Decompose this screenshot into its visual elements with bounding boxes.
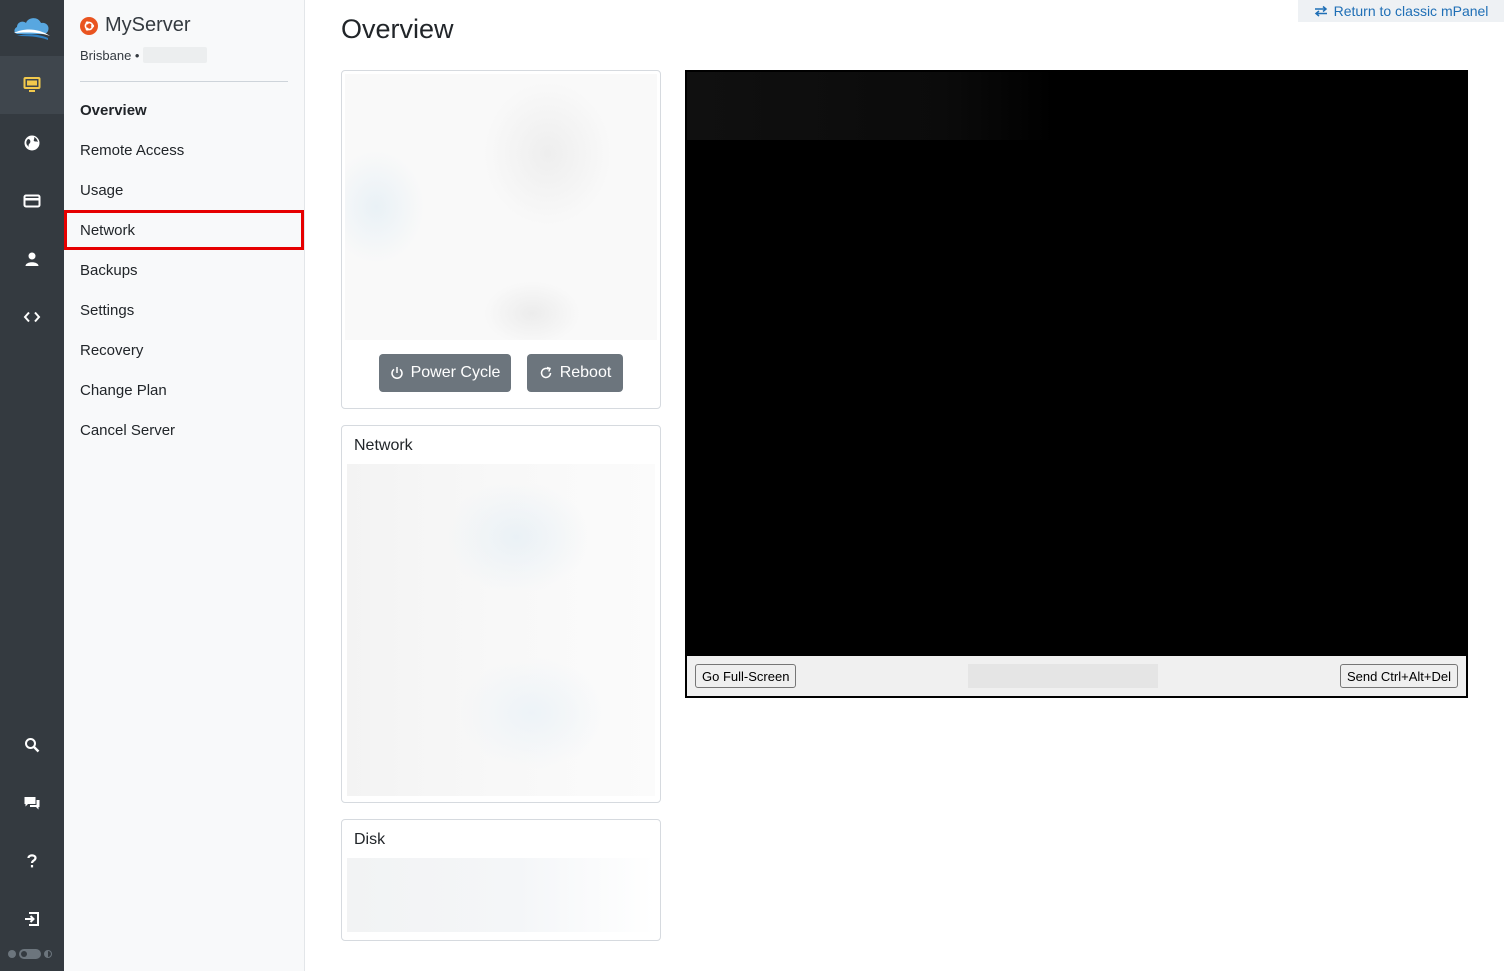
network-graph-redacted	[347, 464, 655, 796]
nav-item-overview[interactable]: Overview	[64, 90, 304, 130]
return-classic-label: Return to classic mPanel	[1333, 3, 1489, 19]
cloud-logo-icon[interactable]	[12, 14, 52, 42]
card-icon[interactable]	[0, 172, 64, 230]
server-nav: Overview Remote Access Usage Network Bac…	[64, 90, 304, 450]
network-card-title: Network	[354, 437, 413, 454]
search-icon[interactable]	[0, 716, 64, 774]
main-content: Overview Return to classic mPanel Power …	[305, 0, 1504, 971]
server-ip-redacted	[143, 47, 208, 63]
nav-item-backups[interactable]: Backups	[64, 250, 304, 290]
chat-icon[interactable]	[0, 774, 64, 832]
nav-item-usage[interactable]: Usage	[64, 170, 304, 210]
globe-icon[interactable]	[0, 114, 64, 172]
server-location: Brisbane •	[80, 47, 208, 63]
send-ctrl-alt-del-button[interactable]: Send Ctrl+Alt+Del	[1339, 664, 1458, 688]
console-toolbar: Go Full-Screen Send Ctrl+Alt+Del	[687, 656, 1466, 696]
reboot-button[interactable]: Reboot	[527, 354, 623, 392]
disk-card-title: Disk	[354, 831, 386, 848]
server-sidebar: MyServer Brisbane • Overview Remote Acce…	[64, 0, 305, 971]
help-icon[interactable]	[0, 832, 64, 890]
server-header: MyServer	[80, 14, 191, 37]
disk-card: Disk	[341, 819, 661, 941]
console-output-redacted	[687, 72, 1055, 140]
nav-item-network[interactable]: Network	[64, 210, 304, 250]
server-name: MyServer	[105, 14, 191, 36]
icon-rail	[0, 0, 64, 971]
go-fullscreen-button[interactable]: Go Full-Screen	[695, 664, 797, 688]
ubuntu-icon	[80, 16, 98, 35]
disk-graph-redacted	[347, 858, 655, 932]
nav-item-remote-access[interactable]: Remote Access	[64, 130, 304, 170]
user-icon[interactable]	[0, 230, 64, 288]
console-status-redacted	[968, 664, 1158, 688]
monitor-icon[interactable]	[0, 56, 64, 114]
power-icon	[390, 367, 403, 380]
server-location-text: Brisbane •	[80, 47, 140, 63]
network-card: Network	[341, 425, 661, 803]
logout-icon[interactable]	[0, 890, 64, 948]
nav-item-settings[interactable]: Settings	[64, 290, 304, 330]
sun-icon	[8, 950, 16, 958]
server-status-card: Power Cycle Reboot	[341, 70, 661, 409]
vnc-console: Go Full-Screen Send Ctrl+Alt+Del	[685, 70, 1468, 698]
page-title: Overview	[341, 14, 454, 44]
console-screen[interactable]	[687, 72, 1466, 656]
code-icon[interactable]	[0, 288, 64, 346]
sidebar-divider	[80, 81, 288, 82]
theme-toggle-track	[19, 949, 41, 959]
moon-icon	[44, 950, 52, 958]
server-status-redacted	[345, 74, 657, 340]
nav-item-change-plan[interactable]: Change Plan	[64, 370, 304, 410]
theme-toggle-icon[interactable]	[8, 946, 58, 962]
power-cycle-button[interactable]: Power Cycle	[379, 354, 511, 392]
return-classic-link[interactable]: Return to classic mPanel	[1298, 0, 1504, 22]
power-cycle-label: Power Cycle	[410, 364, 501, 381]
reboot-label: Reboot	[559, 364, 612, 381]
nav-item-cancel-server[interactable]: Cancel Server	[64, 410, 304, 450]
reboot-icon	[540, 366, 551, 379]
app: MyServer Brisbane • Overview Remote Acce…	[0, 0, 1504, 971]
swap-arrows-icon	[1314, 5, 1327, 17]
nav-item-recovery[interactable]: Recovery	[64, 330, 304, 370]
